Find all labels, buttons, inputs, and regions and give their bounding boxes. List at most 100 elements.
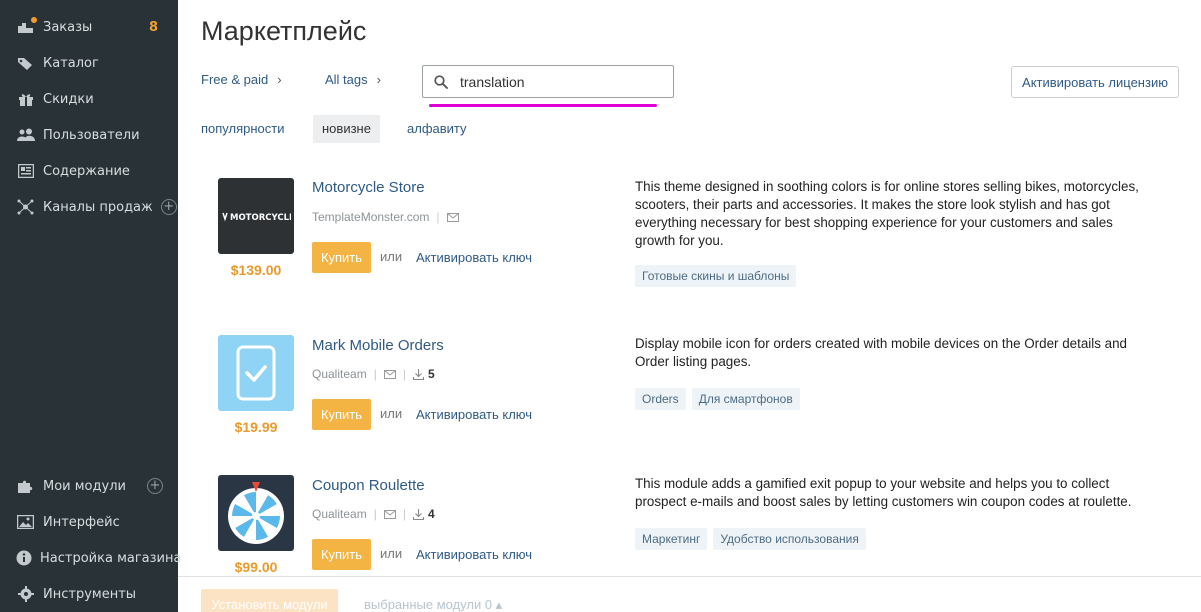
add-sales-channel-button[interactable]: + [160,199,177,215]
sidebar-item-orders[interactable]: Заказы 8 [0,9,178,45]
sidebar-item-catalog[interactable]: Каталог [0,45,178,81]
search-icon [434,74,448,89]
buy-button[interactable]: Купить [312,242,371,273]
price-filter-link[interactable]: Free & paid › [201,72,282,87]
notification-dot [31,17,37,23]
or-text: или [380,249,403,264]
sort-alphabet[interactable]: алфавиту [407,115,467,143]
product-thumbnail[interactable] [218,335,294,411]
sidebar-item-label: Заказы [43,19,93,35]
separator: | [373,367,377,381]
download-count: 5 [427,367,435,381]
mail-icon[interactable] [383,369,396,379]
sidebar-item-my-modules[interactable]: Мои модули + [0,468,178,504]
image-icon [16,514,35,530]
product-price: $139.00 [230,262,282,278]
sidebar-item-label: Мои модули [43,478,126,494]
mail-icon[interactable] [446,212,459,222]
bottom-action-bar: Установить модули выбранные модули 0 ▴ [178,576,1201,612]
product-card: MOTORCYCLE $139.00 Motorcycle Store Temp… [178,178,1201,318]
page-title: Маркетплейс [201,16,367,46]
sidebar-item-label: Каналы продаж [43,199,153,215]
activate-key-link[interactable]: Активировать ключ [416,407,532,422]
sidebar-item-store-settings[interactable]: Настройка магазина [0,540,182,576]
or-text: или [380,406,403,421]
tag-icon [16,55,35,71]
product-meta: TemplateMonster.com | [312,210,459,224]
activate-key-link[interactable]: Активировать ключ [416,547,532,562]
tag[interactable]: Для смартфонов [691,388,800,410]
product-price: $99.00 [234,559,278,575]
search-input[interactable] [460,73,660,90]
sidebar: Заказы 8 Каталог Скидки Пользователи Сод… [0,0,182,612]
product-description: This theme designed in soothing colors i… [635,179,1139,248]
thumb-text: MOTORCYCLE [230,213,291,222]
content-icon [16,163,35,179]
product-thumbnail[interactable] [218,475,294,551]
mail-icon[interactable] [383,509,396,519]
vendor-name: TemplateMonster.com [312,210,430,224]
product-thumbnail[interactable]: MOTORCYCLE [218,178,294,254]
chevron-right-icon: › [376,72,381,87]
selected-modules-link[interactable]: выбранные модули 0 ▴ [364,597,502,612]
info-icon [16,550,32,566]
sidebar-item-label: Каталог [43,55,99,71]
sidebar-item-discounts[interactable]: Скидки [0,81,178,117]
product-description: Display mobile icon for orders created w… [635,336,1127,369]
tag[interactable]: Готовые скины и шаблоны [635,265,797,287]
sidebar-item-label: Скидки [43,91,94,107]
product-meta: Qualiteam | | 5 [312,367,435,381]
product-title[interactable]: Mark Mobile Orders [312,337,444,354]
tag[interactable]: Удобство использования [713,528,866,550]
product-price: $19.99 [234,419,278,435]
add-module-button[interactable]: + [146,478,163,494]
search-box[interactable] [422,65,674,98]
users-icon [16,127,35,143]
puzzle-icon [16,478,35,494]
tag[interactable]: Маркетинг [635,528,708,550]
product-tags: Маркетинг Удобство использования [635,528,866,550]
gift-icon [16,91,35,107]
sidebar-item-label: Инструменты [43,586,137,602]
buy-button[interactable]: Купить [312,399,371,430]
orders-icon [16,17,37,35]
tags-filter-link[interactable]: All tags › [325,72,381,87]
separator: | [436,210,440,224]
or-text: или [380,546,403,561]
download-count: 4 [427,507,435,521]
sidebar-item-interface[interactable]: Интерфейс [0,504,178,540]
sort-popular[interactable]: популярности [201,115,285,143]
product-title[interactable]: Coupon Roulette [312,477,425,494]
vendor-name: Qualiteam [312,367,367,381]
separator: | [402,507,406,521]
product-title[interactable]: Motorcycle Store [312,179,425,196]
activate-key-link[interactable]: Активировать ключ [416,250,532,265]
activate-license-button[interactable]: Активировать лицензию [1011,66,1179,98]
product-card: $19.99 Mark Mobile Orders Qualiteam | | … [178,335,1201,475]
chevron-right-icon: › [277,72,282,87]
product-meta: Qualiteam | | 4 [312,507,435,521]
download-icon [412,368,424,380]
sidebar-item-label: Содержание [43,163,130,179]
product-description: This module adds a gamified exit popup t… [635,476,1132,509]
buy-button[interactable]: Купить [312,539,371,570]
main-content: Маркетплейс Free & paid › All tags › Актив… [178,0,1201,612]
separator: | [402,367,406,381]
separator: | [373,507,377,521]
sidebar-item-label: Интерфейс [43,514,120,530]
motorcycle-logo-icon: MOTORCYCLE [222,212,291,222]
sidebar-item-sales-channels[interactable]: Каналы продаж + [0,189,178,225]
gear-icon [16,586,35,602]
install-modules-button[interactable]: Установить модули [201,589,338,612]
sidebar-item-label: Пользователи [43,127,140,143]
tag[interactable]: Orders [635,388,686,410]
price-filter-label: Free & paid [201,72,269,87]
sidebar-item-users[interactable]: Пользователи [0,117,178,153]
orders-count-badge: 8 [148,19,158,35]
sidebar-item-tools[interactable]: Инструменты [0,576,178,612]
product-tags: Orders Для смартфонов [635,388,800,410]
sort-newest[interactable]: новизне [313,115,380,143]
tags-filter-label: All tags [325,72,368,87]
sidebar-item-label: Настройка магазина [40,550,182,566]
sidebar-item-content[interactable]: Содержание [0,153,178,189]
